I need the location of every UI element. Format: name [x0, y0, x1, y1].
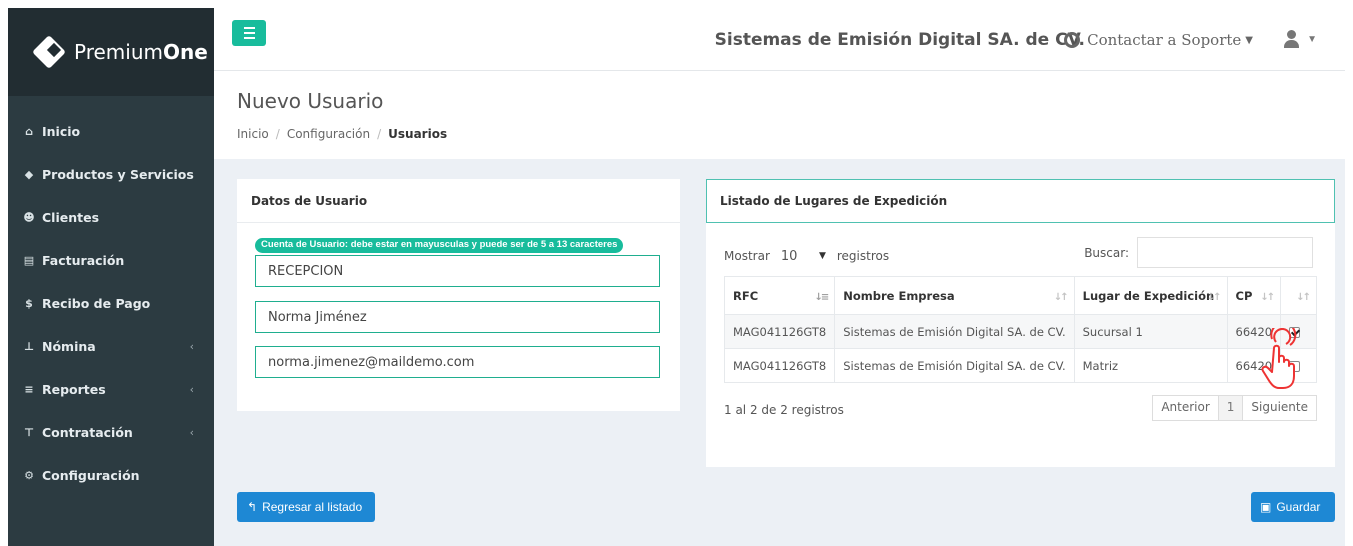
brand-logo[interactable]: PremiumOne: [8, 8, 214, 96]
breadcrumb-usuarios: Usuarios: [388, 127, 448, 141]
table-row: MAG041126GT8 Sistemas de Emisión Digital…: [723, 314, 1317, 349]
search-label: Buscar:: [1084, 245, 1129, 260]
cell-rfc: MAG041126GT8: [723, 348, 836, 383]
pagination-prev[interactable]: Anterior: [1153, 396, 1217, 420]
table-info: 1 al 2 de 2 registros: [724, 403, 844, 417]
column-header-cp[interactable]: CP ↓↑: [1226, 276, 1282, 315]
sitemap-icon: ⊥: [23, 340, 35, 353]
sidebar-item-label: Facturación: [42, 253, 125, 268]
caret-down-icon: ▼: [818, 251, 826, 261]
chevron-left-icon: ‹: [189, 383, 194, 396]
sidebar-item-label: Productos y Servicios: [42, 167, 194, 182]
home-icon: ⌂: [25, 125, 33, 138]
sort-icon: ↓↑: [1260, 292, 1275, 303]
save-button[interactable]: ▣ Guardar: [1251, 492, 1335, 522]
life-ring-icon: [1064, 32, 1081, 48]
caret-down-icon: ▼: [1245, 34, 1253, 46]
user-icon: [1284, 30, 1300, 48]
cart-icon: ⊤: [23, 426, 35, 439]
cell-place: Matriz: [1073, 348, 1228, 383]
app-frame: PremiumOne ⌂ Inicio ◆ Productos y Servicio…: [8, 8, 1345, 546]
sidebar-item-nomina[interactable]: ⊥ Nómina ‹: [8, 325, 214, 368]
hand-pointer-icon: [1261, 328, 1297, 389]
panel-title: Listado de Lugares de Expedición: [720, 194, 948, 208]
sidebar: PremiumOne ⌂ Inicio ◆ Productos y Servicio…: [8, 8, 214, 546]
table-row: MAG041126GT8 Sistemas de Emisión Digital…: [723, 348, 1317, 383]
username-field[interactable]: [255, 255, 660, 287]
file-icon: ▤: [23, 254, 35, 267]
column-header-lugar-expedicion[interactable]: Lugar de Expedición ↓↑: [1073, 276, 1228, 315]
panel-title: Datos de Usuario: [237, 179, 680, 223]
sidebar-item-label: Inicio: [42, 124, 81, 139]
places-table: RFC ↓≡ Nombre Empresa ↓↑ Lugar de Expedici…: [723, 276, 1317, 383]
chevron-left-icon: ‹: [189, 340, 194, 353]
username-hint-badge: Cuenta de Usuario: debe estar en mayuscu…: [255, 238, 624, 253]
sidebar-item-label: Recibo de Pago: [42, 296, 151, 311]
back-to-list-button[interactable]: ↰ Regresar al listado: [237, 492, 375, 522]
reply-arrow-icon: ↰: [247, 500, 258, 514]
sidebar-item-recibo-pago[interactable]: $ Recibo de Pago: [8, 282, 214, 325]
sidebar-menu: ⌂ Inicio ◆ Productos y Servicios ☻ Clientes…: [8, 96, 214, 497]
content-header: Nuevo Usuario Inicio / Configuración / Usuar…: [214, 71, 1345, 159]
sidebar-item-inicio[interactable]: ⌂ Inicio: [8, 110, 214, 153]
places-panel: Listado de Lugares de Expedición Mostrar…: [706, 179, 1335, 467]
breadcrumb-configuracion[interactable]: Configuración: [287, 127, 370, 141]
page-title: Nuevo Usuario: [237, 89, 384, 113]
sidebar-item-configuracion[interactable]: ⚙ Configuración: [8, 454, 214, 497]
sidebar-item-clientes[interactable]: ☻ Clientes: [8, 196, 214, 239]
pagination-next[interactable]: Siguiente: [1242, 396, 1316, 420]
pagination-page[interactable]: 1: [1217, 396, 1243, 420]
sidebar-item-label: Clientes: [42, 210, 100, 225]
sidebar-item-label: Configuración: [42, 468, 140, 483]
sort-icon: ↓↑: [1296, 292, 1311, 303]
records-label: registros: [836, 249, 890, 263]
breadcrumb-inicio[interactable]: Inicio: [237, 127, 269, 141]
sidebar-toggle-button[interactable]: [232, 20, 266, 46]
cell-company: Sistemas de Emisión Digital SA. de CV.: [834, 348, 1075, 383]
page-length-control: Mostrar 10 ▼ registros: [724, 243, 889, 269]
pagination: Anterior 1 Siguiente: [1152, 395, 1317, 421]
chevron-left-icon: ‹: [189, 426, 194, 439]
tag-icon: ◆: [24, 168, 34, 181]
user-menu[interactable]: ▼: [1284, 30, 1317, 48]
search-input[interactable]: [1137, 237, 1313, 268]
breadcrumb: Inicio / Configuración / Usuarios: [237, 127, 448, 141]
sidebar-item-reportes[interactable]: ≡ Reportes ‹: [8, 368, 214, 411]
full-name-field[interactable]: [255, 301, 660, 333]
sidebar-item-label: Reportes: [42, 382, 106, 397]
caret-down-icon: ▼: [1307, 33, 1317, 45]
cell-place: Sucursal 1: [1073, 314, 1228, 349]
cell-company: Sistemas de Emisión Digital SA. de CV.: [834, 314, 1075, 349]
sort-icon: ↓↑: [1053, 292, 1069, 303]
table-search: Buscar:: [1084, 237, 1313, 268]
dollar-icon: $: [25, 297, 33, 310]
sidebar-item-facturacion[interactable]: ▤ Facturación: [8, 239, 214, 282]
sidebar-item-label: Nómina: [42, 339, 96, 354]
sidebar-item-contratacion[interactable]: ⊤ Contratación ‹: [8, 411, 214, 454]
page-size-select[interactable]: 10 ▼: [775, 243, 832, 269]
sidebar-item-productos[interactable]: ◆ Productos y Servicios: [8, 153, 214, 196]
support-label: Contactar a Soporte: [1087, 31, 1242, 49]
email-field[interactable]: [255, 346, 660, 378]
column-header-rfc[interactable]: RFC ↓≡: [723, 276, 836, 315]
users-icon: ☻: [23, 211, 35, 224]
list-icon: ≡: [24, 383, 34, 396]
top-header: Sistemas de Emisión Digital SA. de CV. C…: [214, 8, 1345, 71]
company-name: Sistemas de Emisión Digital SA. de CV.: [714, 30, 1085, 50]
sidebar-item-label: Contratación: [42, 425, 133, 440]
cell-rfc: MAG041126GT8: [723, 314, 836, 349]
sort-icon: ↓↑: [1206, 292, 1222, 303]
save-icon: ▣: [1260, 500, 1272, 514]
brand-name: PremiumOne: [74, 40, 208, 64]
cogs-icon: ⚙: [24, 469, 34, 482]
logo-icon: [32, 35, 66, 69]
column-header-nombre-empresa[interactable]: Nombre Empresa ↓↑: [834, 276, 1075, 315]
sort-asc-icon: ↓≡: [814, 292, 829, 303]
save-label: Guardar: [1276, 500, 1321, 514]
column-header-select[interactable]: ↓↑: [1280, 276, 1317, 315]
support-menu[interactable]: Contactar a Soporte ▼: [1064, 31, 1253, 49]
user-data-panel: Datos de Usuario Cuenta de Usuario: debe…: [237, 179, 680, 411]
show-label: Mostrar: [724, 249, 770, 263]
back-label: Regresar al listado: [262, 500, 363, 514]
